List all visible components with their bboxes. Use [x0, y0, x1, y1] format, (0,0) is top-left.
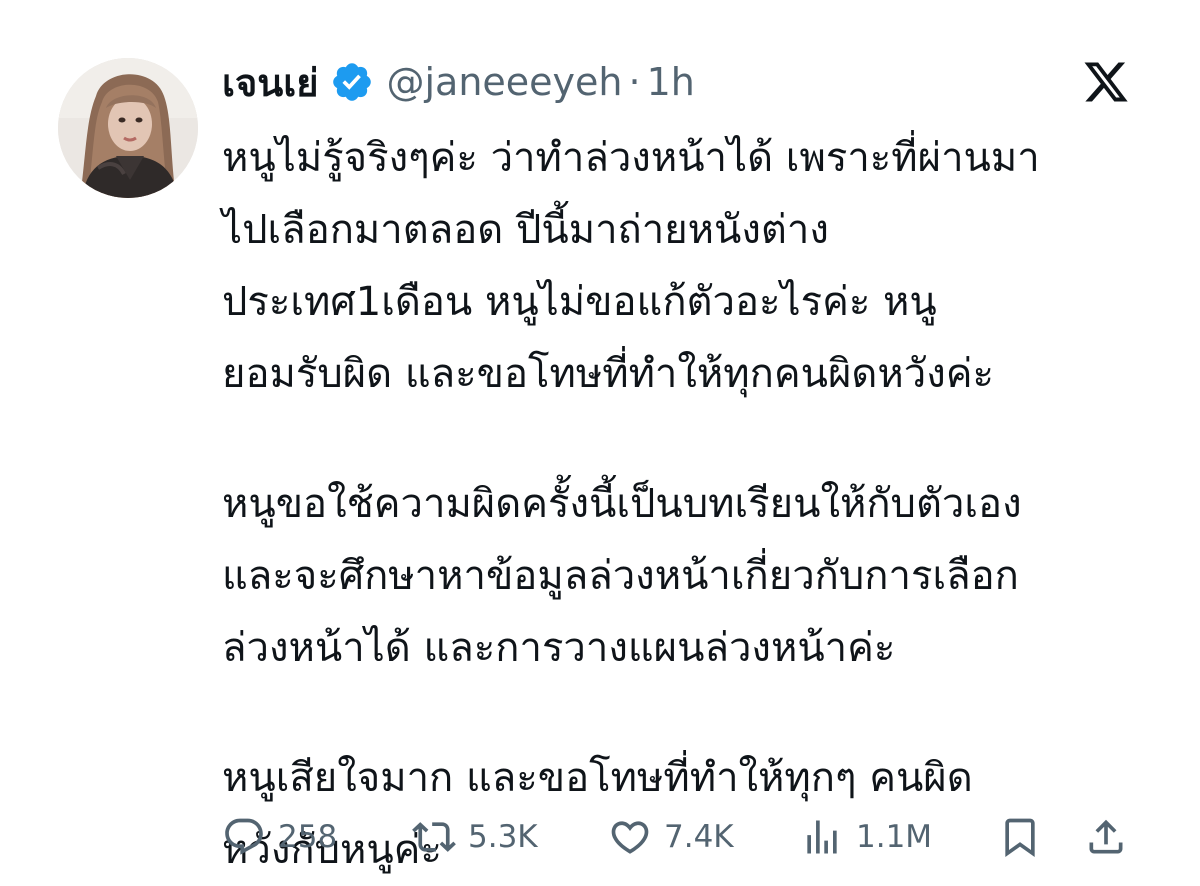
avatar-photo [58, 58, 198, 198]
header-separator: · [628, 60, 641, 104]
tweet-timestamp[interactable]: 1h [647, 60, 695, 104]
reply-icon [225, 818, 263, 855]
tweet-line: และจะศึกษาหาข้อมูลล่วงหน้าเกี่ยวกับการเล… [222, 553, 1019, 599]
repost-icon [412, 822, 456, 852]
repost-count: 5.3K [468, 819, 538, 855]
heart-icon [611, 821, 649, 854]
share-icon [1089, 819, 1123, 854]
tweet-line: หนูเสียใจมาก และขอโทษที่ทำให้ทุกๆ คนผิด [222, 755, 973, 801]
views-icon [807, 820, 837, 854]
share-button[interactable] [1084, 812, 1128, 862]
views-button[interactable]: 1.1M [800, 812, 932, 862]
like-button[interactable]: 7.4K [608, 812, 734, 862]
tweet-paragraph-2: หนูขอใช้ความผิดครั้งนี้เป็นบทเรียนให้กับ… [222, 468, 1162, 684]
user-handle[interactable]: @janeeeyeh [386, 60, 622, 104]
tweet-actions-bar: 258 5.3K 7.4K 1.1M [222, 812, 1130, 862]
display-name[interactable]: เจนเย่ [222, 52, 318, 113]
bookmark-icon [1005, 818, 1035, 858]
verified-badge-icon [330, 60, 374, 104]
tweet-line: หนูขอใช้ความผิดครั้งนี้เป็นบทเรียนให้กับ… [222, 481, 1022, 527]
tweet-line: ไปเลือกมาตลอด ปีนี้มาถ่ายหนังต่าง [222, 207, 829, 253]
tweet-text: หนูไม่รู้จริงๆค่ะ ว่าทำล่วงหน้าได้ เพราะ… [222, 122, 1162, 886]
like-count: 7.4K [664, 819, 734, 855]
tweet-line: ยอมรับผิด และขอโทษที่ทำให้ทุกคนผิดหวังค่… [222, 351, 994, 397]
views-count: 1.1M [856, 819, 933, 855]
bookmark-button[interactable] [998, 812, 1042, 862]
tweet-line: ประเทศ1เดือน หนูไม่ขอแก้ตัวอะไรค่ะ หนู [222, 279, 937, 325]
reply-button[interactable]: 258 [222, 812, 337, 862]
x-logo-icon[interactable] [1082, 58, 1130, 106]
avatar[interactable] [58, 58, 198, 198]
tweet-header: เจนเย่ @janeeeyeh · 1h [222, 54, 695, 110]
reply-count: 258 [278, 819, 338, 855]
tweet-paragraph-1: หนูไม่รู้จริงๆค่ะ ว่าทำล่วงหน้าได้ เพราะ… [222, 122, 1162, 410]
tweet-card: เจนเย่ @janeeeyeh · 1h หนูไม่รู้จริงๆค่ะ… [0, 0, 1200, 884]
tweet-line: หนูไม่รู้จริงๆค่ะ ว่าทำล่วงหน้าได้ เพราะ… [222, 135, 1040, 181]
tweet-line: ล่วงหน้าได้ และการวางแผนล่วงหน้าค่ะ [222, 625, 896, 671]
repost-button[interactable]: 5.3K [412, 812, 538, 862]
